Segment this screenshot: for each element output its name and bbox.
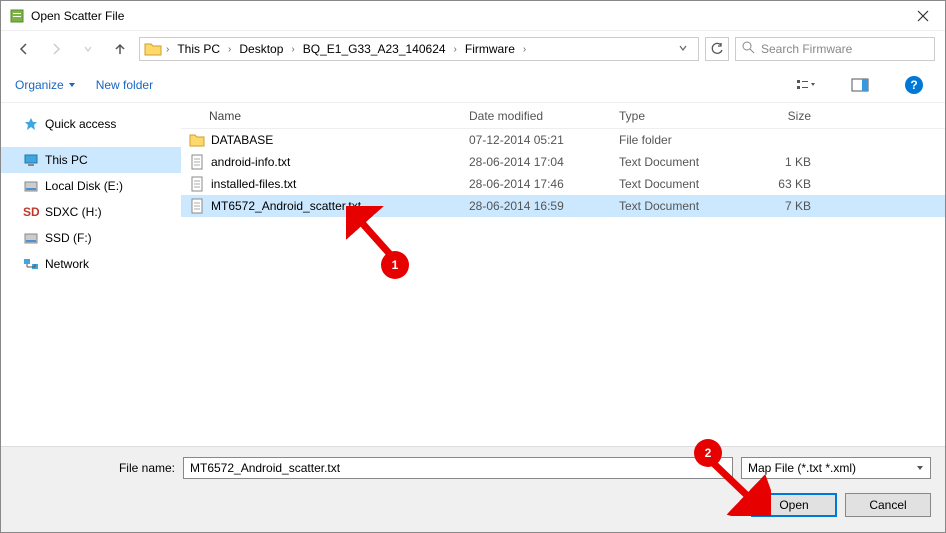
file-size: 1 KB — [751, 155, 821, 169]
file-date: 28-06-2014 17:46 — [461, 177, 611, 191]
annotation-callout: 1 — [381, 251, 409, 279]
preview-pane-button[interactable] — [843, 73, 877, 97]
sd-icon: SD — [23, 204, 39, 220]
sidebar: Quick access This PC Local Disk (E:) SD SDX… — [1, 103, 181, 483]
chevron-right-icon: › — [521, 44, 528, 55]
file-date: 28-06-2014 16:59 — [461, 199, 611, 213]
file-name: installed-files.txt — [211, 177, 296, 191]
file-list: Name Date modified Type Size DATABASE 07-… — [181, 103, 945, 483]
address-bar[interactable]: › This PC › Desktop › BQ_E1_G33_A23_1406… — [139, 37, 699, 61]
refresh-button[interactable] — [705, 37, 729, 61]
column-type[interactable]: Type — [611, 109, 751, 123]
file-row[interactable]: MT6572_Android_scatter.txt 28-06-2014 16:… — [181, 195, 945, 217]
window-title: Open Scatter File — [31, 9, 900, 23]
column-size[interactable]: Size — [751, 109, 821, 123]
close-button[interactable] — [900, 1, 945, 30]
folder-icon — [144, 41, 162, 57]
sidebar-item-label: SDXC (H:) — [45, 205, 102, 219]
file-type: Text Document — [611, 199, 751, 213]
filename-input[interactable] — [183, 457, 733, 479]
txt-icon — [189, 176, 205, 192]
sidebar-item[interactable]: Local Disk (E:) — [1, 173, 181, 199]
sidebar-item[interactable]: SD SDXC (H:) — [1, 199, 181, 225]
back-button[interactable] — [11, 36, 37, 62]
chevron-right-icon: › — [226, 44, 233, 55]
sidebar-item[interactable]: This PC — [1, 147, 181, 173]
search-icon — [742, 41, 755, 57]
file-row[interactable]: installed-files.txt 28-06-2014 17:46Text … — [181, 173, 945, 195]
annotation-callout: 2 — [694, 439, 722, 467]
column-date[interactable]: Date modified — [461, 109, 611, 123]
sidebar-item[interactable]: SSD (F:) — [1, 225, 181, 251]
file-type: Text Document — [611, 177, 751, 191]
up-button[interactable] — [107, 36, 133, 62]
search-placeholder: Search Firmware — [761, 42, 852, 56]
sidebar-quick-access[interactable]: Quick access — [1, 111, 181, 137]
file-size: 63 KB — [751, 177, 821, 191]
new-folder-button[interactable]: New folder — [96, 78, 153, 92]
filename-label: File name: — [115, 461, 175, 475]
recent-dropdown[interactable] — [75, 36, 101, 62]
pc-icon — [23, 152, 39, 168]
file-row[interactable]: DATABASE 07-12-2014 05:21File folder — [181, 129, 945, 151]
sidebar-item-label: Network — [45, 257, 89, 271]
view-menu[interactable] — [789, 73, 823, 97]
file-row[interactable]: android-info.txt 28-06-2014 17:04Text Doc… — [181, 151, 945, 173]
breadcrumb-item[interactable]: This PC — [173, 40, 224, 58]
chevron-right-icon: › — [289, 44, 296, 55]
organize-menu[interactable]: Organize — [15, 78, 76, 92]
sidebar-item-label: Local Disk (E:) — [45, 179, 123, 193]
breadcrumb-item[interactable]: BQ_E1_G33_A23_140624 — [299, 40, 450, 58]
sidebar-item-label: SSD (F:) — [45, 231, 92, 245]
column-name[interactable]: Name — [181, 109, 461, 123]
cancel-button[interactable]: Cancel — [845, 493, 931, 517]
net-icon — [23, 256, 39, 272]
svg-text:SD: SD — [23, 205, 39, 219]
file-name: DATABASE — [211, 133, 273, 147]
file-name: MT6572_Android_scatter.txt — [211, 199, 361, 213]
txt-icon — [189, 154, 205, 170]
address-dropdown[interactable] — [672, 42, 694, 56]
breadcrumb-item[interactable]: Firmware — [461, 40, 519, 58]
txt-icon — [189, 198, 205, 214]
disk-icon — [23, 230, 39, 246]
chevron-right-icon: › — [452, 44, 459, 55]
forward-button[interactable] — [43, 36, 69, 62]
app-icon — [9, 8, 25, 24]
file-name: android-info.txt — [211, 155, 290, 169]
breadcrumb-item[interactable]: Desktop — [235, 40, 287, 58]
sidebar-item[interactable]: Network — [1, 251, 181, 277]
folder-icon — [189, 132, 205, 148]
search-input[interactable]: Search Firmware — [735, 37, 935, 61]
file-type: File folder — [611, 133, 751, 147]
file-date: 28-06-2014 17:04 — [461, 155, 611, 169]
file-type: Text Document — [611, 155, 751, 169]
star-icon — [23, 116, 39, 132]
disk-icon — [23, 178, 39, 194]
file-size: 7 KB — [751, 199, 821, 213]
help-button[interactable]: ? — [897, 73, 931, 97]
chevron-right-icon: › — [164, 44, 171, 55]
file-date: 07-12-2014 05:21 — [461, 133, 611, 147]
sidebar-item-label: This PC — [45, 153, 88, 167]
